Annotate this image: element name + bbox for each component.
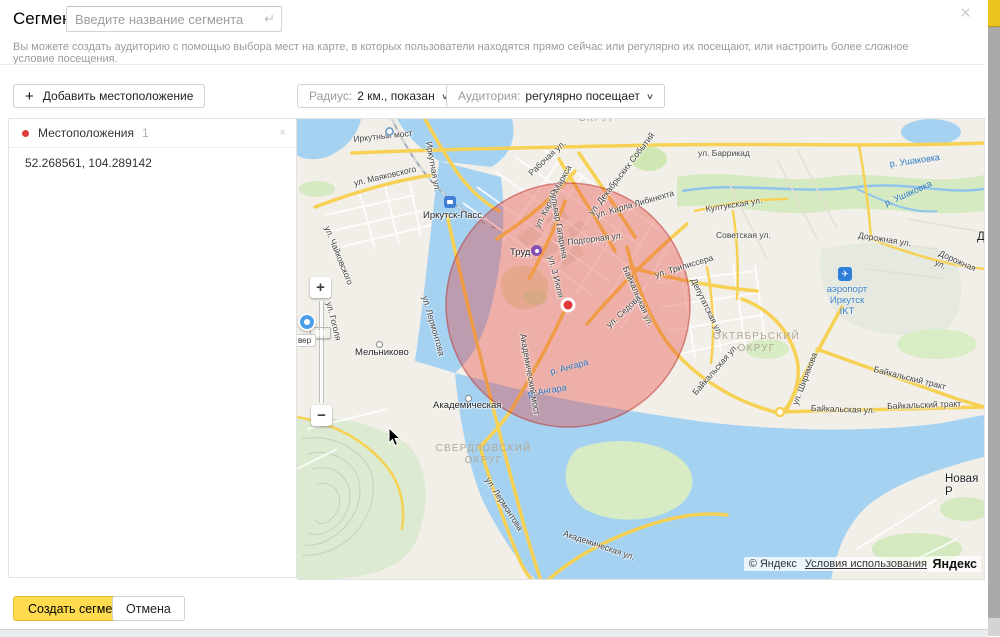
train-station-icon [444,196,456,208]
bridge-icon [385,127,394,136]
map-attribution: © Яндекс Условия использования [744,557,932,571]
plus-icon: + [25,89,34,104]
scrollbar-track[interactable] [988,0,1000,636]
map-label: ОКТЯБРЬСКИЙ ОКРУГ [709,331,804,354]
zoom-out-button[interactable]: − [311,405,332,426]
locations-panel: Местоположения 1 × 52.268561, 104.289142 [8,118,297,578]
locations-list: 52.268561, 104.289142 [9,148,296,178]
radius-select[interactable]: Радиус: 2 км., показан ∨ [297,84,460,108]
locations-title: Местоположения [38,126,134,140]
close-icon[interactable]: × [960,4,971,23]
map-label: Иркутск-Пасс. [423,211,485,222]
map-label: ОКРУГ [567,118,627,125]
audience-value: регулярно посещает [525,89,639,103]
add-location-button[interactable]: + Добавить местоположение [13,84,205,108]
header-divider [0,64,985,65]
settlement-dot-icon [376,341,383,348]
map-label: Мельниково [355,348,409,359]
locations-panel-header: Местоположения 1 × [9,119,296,148]
poi-chip: вер [297,334,316,347]
chevron-down-icon: ∨ [646,92,654,101]
location-item[interactable]: 52.268561, 104.289142 [9,148,296,178]
locations-count: 1 [142,126,149,140]
stadium-icon [531,245,542,256]
segment-dialog: { "header": { "title": "Сегмент", "name_… [0,0,1000,636]
map-label: Дз [977,231,985,244]
dialog-description: Вы можете создать аудиторию с помощью вы… [13,41,953,65]
map-label: Советская ул. [716,231,771,241]
audience-label: Аудитория: [458,89,520,103]
clear-locations-icon[interactable]: × [280,127,286,139]
segment-name-field: ↵ [66,6,282,32]
map-label: СВЕРДЛОВСКИЙ ОКРУГ [431,443,536,466]
map-label: Труд [510,248,530,259]
mouse-cursor [388,427,402,452]
radius-label: Радиус: [309,89,352,103]
terms-link[interactable]: Условия использования [805,558,927,570]
segment-name-input[interactable] [66,6,282,32]
audience-select[interactable]: Аудитория: регулярно посещает ∨ [446,84,665,108]
map-label: аэропорт Иркутск IKT [817,285,877,318]
map-canvas[interactable]: Иркутный мостИркутная ул.ул. Маяковского… [297,118,985,580]
zoom-slider-track[interactable] [319,301,324,403]
airplane-icon: ✈ [841,269,849,280]
zoom-in-button[interactable]: + [310,277,331,298]
map-label: ул. Баррикад [698,149,750,159]
location-marker-dot [22,130,29,137]
location-marker[interactable] [561,298,576,313]
scrollbar-thumb[interactable] [988,26,1000,618]
map-label: Академическая [433,401,501,412]
settlement-dot-icon [465,395,472,402]
background-yellow-element [988,0,1000,27]
roundabout [776,408,784,416]
airport-icon: ✈ [838,267,852,281]
cancel-button[interactable]: Отмена [112,596,185,621]
geolocation-poi-icon[interactable] [298,313,316,331]
radius-value: 2 км., показан [357,89,435,103]
add-location-label: Добавить местоположение [43,89,194,103]
copyright-text: © Яндекс [749,558,797,570]
map-label: Новая Р [945,473,984,499]
enter-icon: ↵ [264,11,275,27]
yandex-logo: Яндекс [929,556,981,572]
